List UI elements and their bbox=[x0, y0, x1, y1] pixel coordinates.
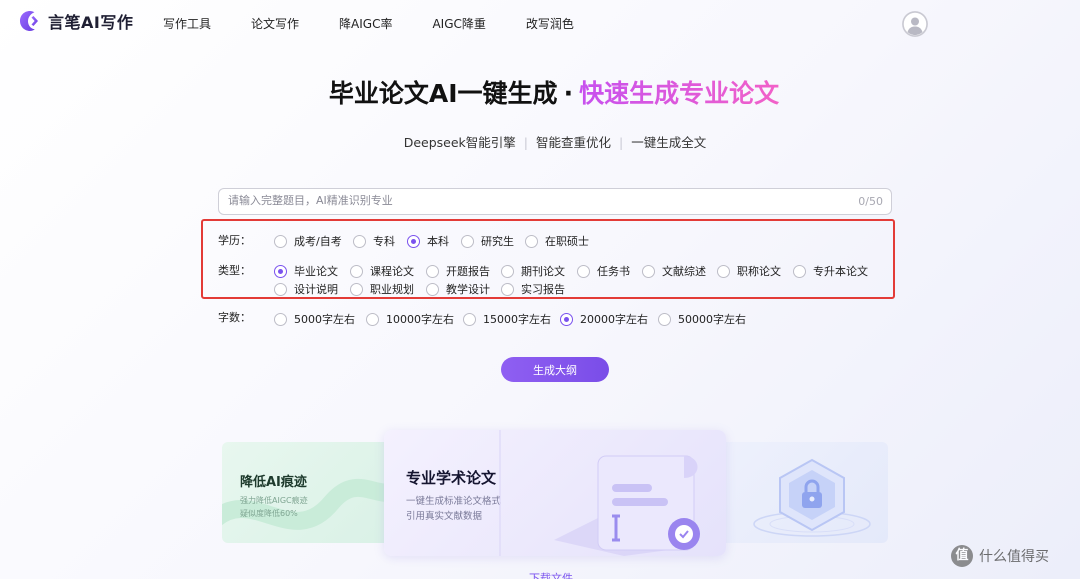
education-option[interactable]: 本科 bbox=[407, 233, 449, 249]
title-input-box: 0/50 bbox=[218, 188, 892, 215]
word-count-option[interactable]: 50000字左右 bbox=[658, 311, 746, 327]
hero-title-main: 毕业论文AI一键生成 bbox=[328, 79, 558, 108]
feature-divider: | bbox=[523, 135, 529, 150]
education-option[interactable]: 专科 bbox=[353, 233, 395, 249]
download-file-link[interactable]: 下载文件 bbox=[529, 570, 573, 579]
radio-icon bbox=[577, 264, 590, 278]
type-option[interactable]: 职业规划 bbox=[350, 281, 414, 297]
radio-icon bbox=[274, 234, 287, 248]
radio-icon bbox=[525, 234, 538, 248]
radio-icon bbox=[426, 264, 439, 278]
card-description: 强力降低AIGC痕迹 疑似度降低60% bbox=[240, 494, 308, 520]
nav-item-writing-tools[interactable]: 写作工具 bbox=[163, 15, 211, 32]
main-nav: 写作工具 论文写作 降AIGC率 AIGC降重 改写润色 bbox=[163, 15, 614, 32]
card-desc-line: 强力降低AIGC痕迹 bbox=[240, 496, 308, 505]
radio-icon bbox=[426, 282, 439, 296]
hero-feature-list: Deepseek智能引擎 | 智能查重优化 | 一键生成全文 bbox=[0, 132, 1080, 151]
radio-selected-icon bbox=[407, 234, 420, 248]
word-count-option[interactable]: 20000字左右 bbox=[560, 311, 648, 327]
radio-icon bbox=[274, 312, 287, 326]
document-illustration bbox=[499, 430, 700, 556]
radio-icon bbox=[501, 264, 514, 278]
top-header: 言笔AI写作 写作工具 论文写作 降AIGC率 AIGC降重 改写润色 bbox=[0, 0, 1080, 46]
radio-icon bbox=[350, 282, 363, 296]
brand-logo-icon bbox=[20, 11, 38, 31]
radio-selected-icon bbox=[274, 264, 287, 278]
card-title: 降低AI痕迹 bbox=[240, 475, 307, 490]
education-label: 学历： bbox=[218, 234, 251, 247]
radio-icon bbox=[366, 312, 379, 326]
char-counter: 0/50 bbox=[858, 195, 883, 208]
type-option[interactable]: 课程论文 bbox=[350, 263, 414, 279]
hero-feature: 一键生成全文 bbox=[631, 135, 707, 150]
site-watermark: 值 什么值得买 bbox=[951, 545, 1049, 567]
wave-decoration bbox=[222, 478, 402, 530]
nav-item-paper-writing[interactable]: 论文写作 bbox=[251, 15, 299, 32]
feature-card-academic-paper[interactable]: 专业学术论文 一键生成标准论文格式 引用真实文献数据 bbox=[384, 430, 726, 556]
radio-icon bbox=[717, 264, 730, 278]
word-count-label: 字数： bbox=[218, 311, 251, 324]
generate-outline-button[interactable]: 生成大纲 bbox=[501, 357, 609, 382]
paper-title-input[interactable] bbox=[228, 194, 828, 207]
hero-title: 毕业论文AI一键生成 · 快速生成专业论文 bbox=[0, 74, 1080, 110]
feature-card-security[interactable] bbox=[712, 442, 888, 543]
type-option[interactable]: 任务书 bbox=[577, 263, 630, 279]
radio-icon bbox=[642, 264, 655, 278]
type-option[interactable]: 毕业论文 bbox=[274, 263, 338, 279]
brand-logo[interactable]: 言笔AI写作 bbox=[18, 9, 133, 33]
type-option[interactable]: 专升本论文 bbox=[793, 263, 868, 279]
type-option[interactable]: 设计说明 bbox=[274, 281, 338, 297]
feature-card-reduce-ai[interactable]: 降低AI痕迹 强力降低AIGC痕迹 疑似度降低60% bbox=[222, 442, 402, 543]
type-option[interactable]: 职称论文 bbox=[717, 263, 781, 279]
type-option[interactable]: 实习报告 bbox=[501, 281, 565, 297]
hero-feature: Deepseek智能引擎 bbox=[403, 135, 516, 150]
user-icon bbox=[902, 11, 928, 37]
watermark-logo-icon: 值 bbox=[951, 545, 973, 567]
word-count-option[interactable]: 10000字左右 bbox=[366, 311, 454, 327]
word-count-option[interactable]: 15000字左右 bbox=[463, 311, 551, 327]
watermark-text: 什么值得买 bbox=[979, 549, 1049, 565]
radio-icon bbox=[501, 282, 514, 296]
education-option[interactable]: 在职硕士 bbox=[525, 233, 589, 249]
nav-item-rewrite-polish[interactable]: 改写润色 bbox=[526, 15, 574, 32]
radio-icon bbox=[461, 234, 474, 248]
hero-title-separator: · bbox=[563, 79, 574, 108]
lock-shield-icon bbox=[753, 458, 871, 537]
type-label: 类型： bbox=[218, 264, 251, 277]
card-desc-line: 疑似度降低60% bbox=[240, 509, 298, 518]
nav-item-aigc-dedupe[interactable]: AIGC降重 bbox=[432, 15, 485, 32]
nav-item-reduce-aigc[interactable]: 降AIGC率 bbox=[339, 15, 392, 32]
type-option[interactable]: 开题报告 bbox=[426, 263, 490, 279]
education-option[interactable]: 成考/自考 bbox=[274, 233, 342, 249]
user-avatar[interactable] bbox=[902, 11, 928, 37]
type-option[interactable]: 期刊论文 bbox=[501, 263, 565, 279]
feature-divider: | bbox=[619, 135, 624, 150]
education-option[interactable]: 研究生 bbox=[461, 233, 514, 249]
brand-name: 言笔AI写作 bbox=[48, 13, 134, 32]
word-count-option[interactable]: 5000字左右 bbox=[274, 311, 355, 327]
hero-title-highlight: 快速生成专业论文 bbox=[579, 79, 780, 108]
radio-icon bbox=[463, 312, 476, 326]
radio-icon bbox=[353, 234, 366, 248]
radio-icon bbox=[793, 264, 806, 278]
radio-icon bbox=[274, 282, 287, 296]
radio-icon bbox=[658, 312, 671, 326]
hero-feature: 智能查重优化 bbox=[536, 135, 612, 150]
type-option[interactable]: 文献综述 bbox=[642, 263, 706, 279]
radio-icon bbox=[350, 264, 363, 278]
radio-selected-icon bbox=[560, 312, 573, 326]
type-option[interactable]: 教学设计 bbox=[426, 281, 490, 297]
